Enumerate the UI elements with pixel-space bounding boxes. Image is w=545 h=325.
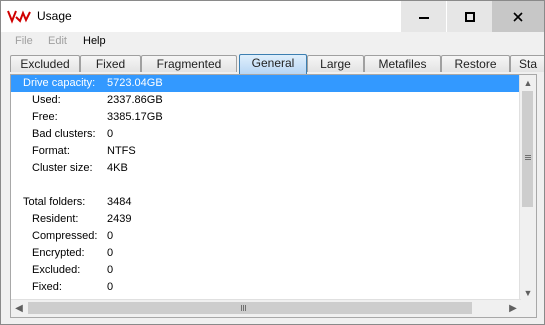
tab-excluded[interactable]: Excluded xyxy=(10,55,80,72)
app-logo-icon xyxy=(7,10,31,24)
row-label: Format: xyxy=(32,145,70,157)
close-button[interactable] xyxy=(492,1,544,32)
tab-fragmented[interactable]: Fragmented xyxy=(141,55,237,72)
menu-edit[interactable]: Edit xyxy=(48,35,67,47)
row-label: Compressed: xyxy=(32,230,98,242)
close-icon xyxy=(513,11,523,22)
list-item[interactable]: Drive capacity: 5723.04GB xyxy=(11,75,521,92)
scroll-up-icon[interactable]: ▲ xyxy=(520,75,536,91)
list-item[interactable]: Format: NTFS xyxy=(11,143,521,160)
list-item[interactable]: Encrypted: 0 xyxy=(11,245,521,262)
horizontal-scrollbar[interactable]: ◀ ▶ xyxy=(11,299,521,317)
scrollbar-corner xyxy=(520,300,536,317)
scroll-left-icon[interactable]: ◀ xyxy=(11,300,27,317)
row-label: Used: xyxy=(32,94,61,106)
list-item[interactable]: Compressed: 0 xyxy=(11,228,521,245)
usage-window: Usage File Edit Help Excluded Fixed Frag… xyxy=(0,0,545,325)
row-value: 4KB xyxy=(107,162,128,174)
menu-help[interactable]: Help xyxy=(83,35,106,47)
row-value: 3484 xyxy=(107,196,132,208)
row-value: 0 xyxy=(107,128,114,140)
tab-strip: Excluded Fixed Fragmented General Large … xyxy=(1,54,544,74)
row-value: 0 xyxy=(107,247,114,259)
minimize-button[interactable] xyxy=(401,1,446,32)
row-label: Fixed: xyxy=(32,281,62,293)
tab-stats[interactable]: Sta xyxy=(510,55,544,72)
row-value: 3385.17GB xyxy=(107,111,163,123)
menu-file[interactable]: File xyxy=(15,35,33,47)
list-item[interactable]: Excluded: 0 xyxy=(11,262,521,279)
row-value: 2439 xyxy=(107,213,132,225)
row-label: Cluster size: xyxy=(32,162,93,174)
list-item[interactable]: Cluster size: 4KB xyxy=(11,160,521,177)
vertical-scroll-thumb[interactable] xyxy=(522,91,533,207)
info-rows: Drive capacity: 5723.04GB Used: 2337.86G… xyxy=(11,75,521,301)
row-value: 0 xyxy=(107,264,114,276)
row-value: 5723.04GB xyxy=(107,77,163,89)
window-title: Usage xyxy=(37,9,72,23)
maximize-button[interactable] xyxy=(447,1,492,32)
list-item[interactable]: Used: 2337.86GB xyxy=(11,92,521,109)
minimize-icon xyxy=(418,16,429,19)
grip-icon xyxy=(241,305,242,311)
row-value: 2337.86GB xyxy=(107,94,163,106)
row-label: Resident: xyxy=(32,213,79,225)
row-label: Encrypted: xyxy=(32,247,85,259)
tab-fixed[interactable]: Fixed xyxy=(80,55,141,72)
tab-large[interactable]: Large xyxy=(307,55,364,72)
list-item[interactable] xyxy=(11,177,521,194)
scroll-right-icon[interactable]: ▶ xyxy=(505,300,521,317)
row-value: NTFS xyxy=(107,145,136,157)
horizontal-scroll-thumb[interactable] xyxy=(28,302,472,314)
vertical-scrollbar[interactable]: ▲ ▼ xyxy=(519,75,536,301)
row-value: 0 xyxy=(107,281,114,293)
list-item[interactable]: Resident: 2439 xyxy=(11,211,521,228)
grip-icon xyxy=(525,155,531,156)
general-info-list: Drive capacity: 5723.04GB Used: 2337.86G… xyxy=(10,74,537,318)
title-bar[interactable]: Usage xyxy=(1,1,544,32)
tab-restore[interactable]: Restore xyxy=(441,55,510,72)
row-label: Total folders: xyxy=(23,196,86,208)
row-label: Free: xyxy=(32,111,58,123)
list-item[interactable]: Bad clusters: 0 xyxy=(11,126,521,143)
tab-general[interactable]: General xyxy=(239,54,307,74)
scroll-down-icon[interactable]: ▼ xyxy=(520,285,536,301)
row-value: 0 xyxy=(107,230,114,242)
row-label: Bad clusters: xyxy=(32,128,96,140)
list-item[interactable]: Total folders: 3484 xyxy=(11,194,521,211)
menu-bar: File Edit Help xyxy=(1,32,544,52)
tab-metafiles[interactable]: Metafiles xyxy=(364,55,441,72)
list-item[interactable]: Free: 3385.17GB xyxy=(11,109,521,126)
maximize-icon xyxy=(464,11,475,22)
list-item[interactable]: Fixed: 0 xyxy=(11,279,521,296)
row-label: Drive capacity: xyxy=(23,77,96,89)
row-label: Excluded: xyxy=(32,264,81,276)
